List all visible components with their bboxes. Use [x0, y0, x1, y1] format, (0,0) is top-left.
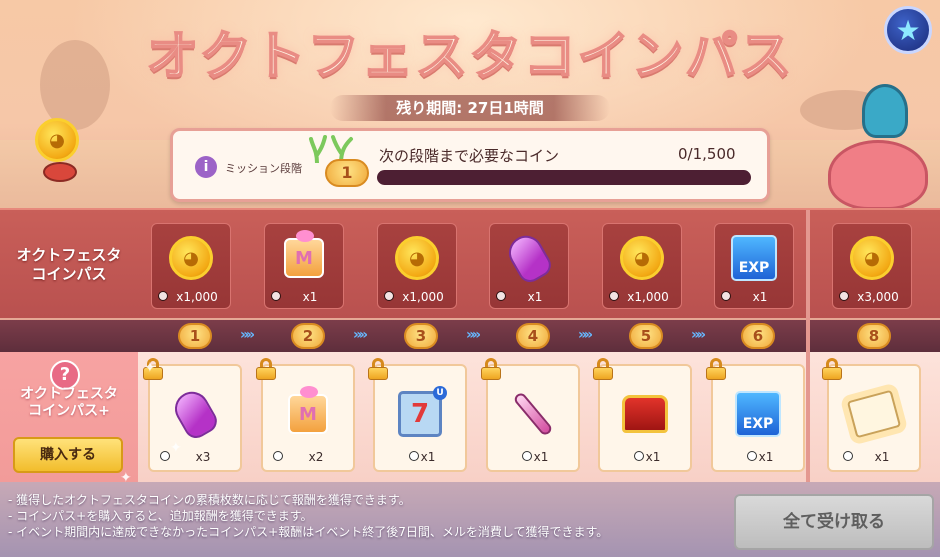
- coin-icon: ◕: [620, 236, 664, 280]
- free-pass-row: オクトフェスタ コインパス ◕ x1,000 M x1 ◕ x1,000 x1 …: [0, 208, 940, 320]
- coins-needed-label: 次の段階まで必要なコイン: [379, 147, 560, 165]
- coin-icon: ◕: [395, 236, 439, 280]
- free-reward-card-3[interactable]: ◕ x1,000: [377, 223, 457, 309]
- chevron-right-icon: »»: [691, 327, 706, 343]
- free-reward-card-8[interactable]: ◕ x3,000: [832, 223, 912, 309]
- free-pass-label-line1: オクトフェスタ: [16, 246, 122, 264]
- free-reward-card-6[interactable]: EXP x1: [714, 223, 794, 309]
- exp-ticket-icon: EXP: [731, 235, 777, 281]
- premium-reward-card-3[interactable]: 7 x1: [368, 358, 467, 472]
- free-pass-label: オクトフェスタ コインパス: [0, 210, 138, 320]
- reward-quantity: x3: [195, 450, 211, 464]
- row-divider: [806, 320, 810, 352]
- reward-quantity: x1,000: [402, 290, 444, 304]
- reward-quantity: x1: [527, 290, 543, 304]
- lock-icon: [255, 358, 277, 380]
- reward-quantity: x1,000: [176, 290, 218, 304]
- step-strip: 1 »» 2 »» 3 »» 4 »» 5 »» 6 8: [0, 320, 940, 352]
- reward-quantity: x1: [645, 450, 661, 464]
- claim-all-button[interactable]: 全て受け取る: [734, 494, 934, 550]
- reward-quantity: x3,000: [857, 290, 899, 304]
- mission-stage-label: ミッション段階: [225, 162, 302, 175]
- potion-icon: [502, 229, 556, 287]
- gift-box-icon: M: [284, 230, 324, 278]
- premium-reward-card-2[interactable]: M x2: [256, 358, 355, 472]
- reward-quantity: x1: [752, 290, 768, 304]
- reward-quantity: x1: [874, 450, 890, 464]
- chevron-right-icon: »»: [466, 327, 481, 343]
- buy-button[interactable]: 購入する: [13, 437, 123, 473]
- info-icon[interactable]: i: [195, 156, 217, 178]
- lock-icon: [480, 358, 502, 380]
- potion-icon: [168, 385, 222, 443]
- premium-pass-row: ? オクトフェスタ コインパス+ 購入する x3 M x2 7 x1: [0, 352, 940, 482]
- chevron-right-icon: »»: [240, 327, 255, 343]
- reward-quantity: x1: [420, 450, 436, 464]
- coin-icon: ◕: [850, 236, 894, 280]
- note-line: - イベント期間内に達成できなかったコインパス+報酬はイベント終了後7日間、メル…: [8, 525, 609, 539]
- reward-quantity: x1: [533, 450, 549, 464]
- free-reward-card-4[interactable]: x1: [489, 223, 569, 309]
- premium-reward-card-1[interactable]: x3: [143, 358, 242, 472]
- premium-reward-card-8[interactable]: x1: [822, 358, 921, 472]
- coin-pass-screen: ◕ オクトフェスタコインパス ★ 残り期間: 27日1時間 i ミッション段階 …: [0, 0, 940, 557]
- step-badge-2: 2: [291, 323, 325, 349]
- note-line: - コインパス+を購入すると、追加報酬を獲得できます。: [8, 509, 313, 523]
- step-badge-3: 3: [404, 323, 438, 349]
- lucky-seven-icon: 7: [398, 386, 447, 437]
- row-divider: [806, 210, 810, 320]
- step-badge-4: 4: [516, 323, 550, 349]
- coin-icon: ◕: [35, 118, 79, 162]
- sparkle-icon: ✦: [170, 440, 182, 456]
- premium-pass-label-line2: コインパス+: [28, 403, 110, 419]
- star-icon: ★: [895, 13, 921, 47]
- exp-ticket-icon: EXP: [735, 391, 781, 437]
- mission-progress-bar: [377, 170, 751, 185]
- crab-with-coin-decoration: ◕: [35, 118, 85, 188]
- premium-pass-panel: ? オクトフェスタ コインパス+ 購入する: [0, 352, 138, 482]
- premium-reward-card-6[interactable]: EXP x1: [706, 358, 805, 472]
- coins-needed-count: 0/1,500: [678, 145, 736, 163]
- free-reward-card-2[interactable]: M x1: [264, 223, 344, 309]
- step-badge-1: 1: [178, 323, 212, 349]
- menu-star-button[interactable]: ★: [884, 6, 932, 54]
- hermit-crab-decoration: [862, 84, 908, 138]
- mission-stage-badge: 1: [325, 159, 369, 187]
- free-reward-card-5[interactable]: ◕ x1,000: [602, 223, 682, 309]
- free-reward-card-1[interactable]: ◕ x1,000: [151, 223, 231, 309]
- premium-pass-label-line1: オクトフェスタ: [20, 386, 118, 402]
- scroll-icon: [846, 389, 902, 439]
- lock-icon: [367, 358, 389, 380]
- premium-reward-card-4[interactable]: x1: [481, 358, 580, 472]
- coin-icon: ◕: [169, 236, 213, 280]
- reward-quantity: x1,000: [627, 290, 669, 304]
- remaining-period: 残り期間: 27日1時間: [330, 95, 610, 121]
- page-title: オクトフェスタコインパス: [146, 26, 794, 88]
- staff-icon: [512, 390, 554, 438]
- notes-list: - 獲得したオクトフェスタコインの累積枚数に応じて報酬を獲得できます。 - コイ…: [8, 492, 608, 540]
- gift-box-icon: M: [288, 386, 328, 434]
- note-line: - 獲得したオクトフェスタコインの累積枚数に応じて報酬を獲得できます。: [8, 493, 411, 507]
- free-pass-label-line2: コインパス: [31, 265, 107, 283]
- premium-reward-card-5[interactable]: x1: [593, 358, 692, 472]
- lock-icon: [705, 358, 727, 380]
- mission-panel: i ミッション段階 1 次の段階まで必要なコイン 0/1,500: [170, 128, 770, 202]
- premium-pass-label: オクトフェスタ コインパス+: [0, 386, 138, 420]
- reward-quantity: x1: [758, 450, 774, 464]
- step-badge-8: 8: [857, 323, 891, 349]
- chevron-right-icon: »»: [578, 327, 593, 343]
- sparkle-icon: ✦: [120, 470, 132, 486]
- lock-icon: [592, 358, 614, 380]
- step-badge-5: 5: [629, 323, 663, 349]
- reward-quantity: x2: [308, 450, 324, 464]
- reward-quantity: x1: [302, 290, 318, 304]
- step-badge-6: 6: [741, 323, 775, 349]
- chevron-right-icon: »»: [353, 327, 368, 343]
- octopus-decoration: [828, 140, 928, 210]
- lock-icon: [821, 358, 843, 380]
- sparkle-icon: ✦: [144, 360, 156, 376]
- sand-castle-decoration: [40, 40, 110, 130]
- treasure-chest-icon: [622, 395, 668, 433]
